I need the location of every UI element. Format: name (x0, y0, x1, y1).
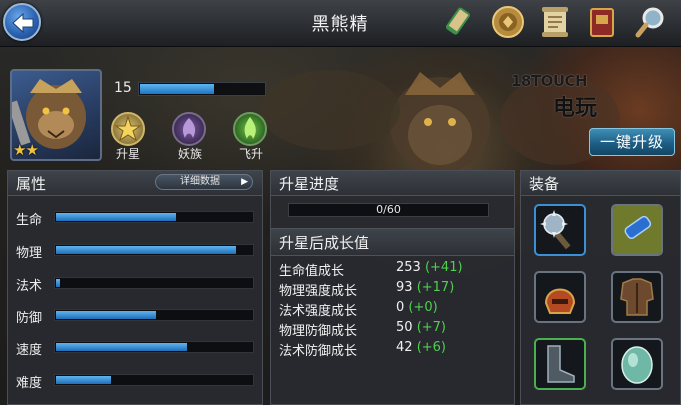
equip-slot-helmet[interactable] (534, 271, 586, 323)
growth-label-magic-def: 法术防御成长 (279, 344, 358, 359)
equip-slot-gem[interactable] (611, 338, 663, 390)
growth-label-hp: 生命值成长 (279, 264, 345, 279)
star-icon (114, 115, 142, 142)
ascend-label: 飞升 (238, 147, 263, 161)
growth-number-hp: 253 (396, 260, 421, 275)
attr-fill-speed (56, 343, 187, 351)
attributes-title: 属性 (16, 175, 47, 193)
attr-label-physical: 物理 (16, 246, 43, 261)
green-flame-icon (244, 117, 256, 139)
play-arrow-icon: ▶ (241, 177, 248, 187)
watermark-logo-top: 18TOUCH (511, 72, 588, 90)
attr-label-magic: 法术 (16, 279, 43, 294)
attr-label-defense: 防御 (16, 311, 43, 326)
growth-label-phys-def: 物理防御成长 (279, 324, 358, 339)
spellbook-icon[interactable] (584, 4, 620, 40)
attr-fill-difficulty (56, 376, 111, 384)
growth-value-physical: 93 (+17) (396, 280, 454, 295)
attr-bar-magic (54, 277, 254, 289)
growth-label-physical: 物理强度成长 (279, 284, 358, 299)
growth-value-hp: 253 (+41) (396, 260, 463, 275)
attr-label-difficulty: 难度 (16, 376, 43, 391)
detail-data-button[interactable]: 详细数据 ▶ (155, 174, 253, 190)
magnifier-icon[interactable] (633, 4, 669, 40)
growth-bonus-magic: (+0) (408, 300, 438, 315)
growth-title: 升星后成长值 (279, 234, 370, 252)
back-arrow-icon (12, 12, 34, 34)
ascend-button[interactable] (233, 112, 267, 146)
jade-gem-icon (621, 346, 653, 384)
watermark-logo-bottom: 电玩 (553, 96, 598, 121)
equip-slot-boots[interactable] (534, 338, 586, 390)
attr-bar-defense (54, 309, 254, 321)
star-progress-title: 升星进度 (279, 175, 340, 193)
equip-slot-gauntlet[interactable] (611, 204, 663, 256)
growth-label-magic: 法术强度成长 (279, 304, 358, 319)
star-progress-header: 升星进度 (271, 171, 514, 196)
page-title: 黑熊精 (311, 14, 369, 35)
attr-bar-hp (54, 211, 254, 223)
spiked-mace-icon (540, 210, 571, 250)
iron-boots-icon (547, 345, 575, 383)
back-button[interactable] (3, 3, 41, 41)
attr-label-speed: 速度 (16, 343, 43, 358)
star-up-button[interactable] (111, 112, 145, 146)
growth-value-phys-def: 50 (+7) (396, 320, 446, 335)
leather-armor-icon (620, 278, 654, 316)
attr-fill-hp (56, 213, 176, 221)
war-helmet-icon (544, 288, 576, 314)
blue-gauntlet-icon (613, 206, 661, 254)
growth-bonus-physical: (+17) (416, 280, 455, 295)
attr-fill-magic (56, 279, 60, 287)
level-progress-fill (140, 84, 214, 94)
level-progress-bar (138, 82, 266, 96)
demon-race-icon (182, 118, 196, 138)
attr-bar-physical (54, 244, 254, 256)
equipment-title: 装备 (529, 175, 560, 193)
map-scroll-icon[interactable] (443, 4, 479, 40)
quest-scroll-icon[interactable] (537, 4, 573, 40)
attr-bar-speed (54, 341, 254, 353)
growth-number-magic: 0 (396, 300, 405, 315)
growth-bonus-hp: (+41) (424, 260, 463, 275)
one-click-upgrade-button[interactable]: 一键升级 (589, 128, 675, 156)
equip-slot-weapon[interactable] (534, 204, 586, 256)
equipment-header: 装备 (521, 171, 680, 196)
growth-bonus-magic-def: (+6) (416, 340, 446, 355)
hero-star-rating: ★★ (13, 141, 39, 159)
growth-number-phys-def: 50 (396, 320, 413, 335)
medal-coin-icon[interactable] (490, 4, 526, 40)
equip-slot-armor[interactable] (611, 271, 663, 323)
attr-fill-defense (56, 311, 156, 319)
attr-label-hp: 生命 (16, 213, 43, 228)
race-badge[interactable] (172, 112, 206, 146)
growth-header: 升星后成长值 (271, 228, 514, 256)
growth-value-magic-def: 42 (+6) (396, 340, 446, 355)
growth-value-magic: 0 (+0) (396, 300, 438, 315)
hero-level: 15 (114, 80, 132, 96)
growth-number-physical: 93 (396, 280, 413, 295)
star-up-label: 升星 (115, 147, 140, 161)
attr-fill-physical (56, 246, 236, 254)
growth-number-magic-def: 42 (396, 340, 413, 355)
attr-bar-difficulty (54, 374, 254, 386)
detail-data-label: 详细数据 (180, 176, 220, 187)
star-progress-text: 0/60 (376, 203, 401, 216)
growth-bonus-phys-def: (+7) (416, 320, 446, 335)
race-label: 妖族 (177, 147, 202, 161)
